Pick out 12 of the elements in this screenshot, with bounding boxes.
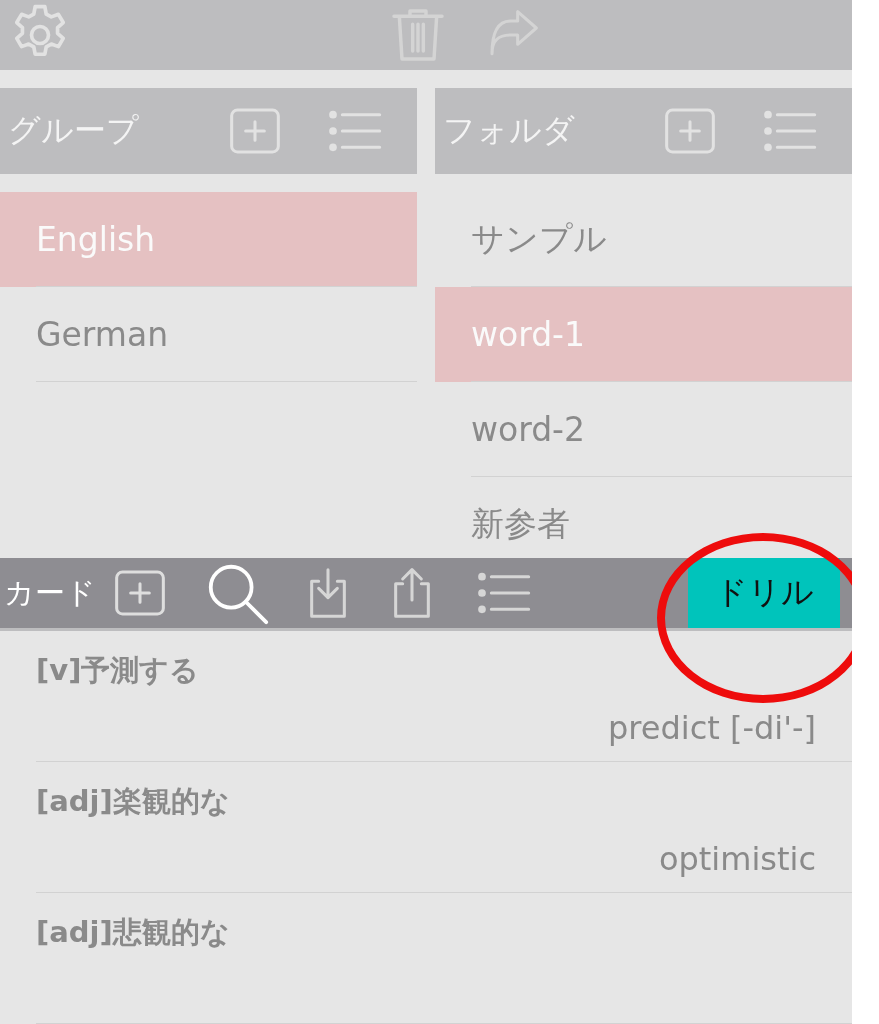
- card-word: optimistic: [658, 840, 816, 878]
- group-item[interactable]: German: [0, 287, 417, 382]
- panel-title: カード: [4, 573, 96, 612]
- card-word: predict [-di'-]: [607, 709, 816, 747]
- folder-item[interactable]: サンプル: [435, 192, 852, 287]
- folder-item[interactable]: word-1: [435, 287, 852, 382]
- folder-item[interactable]: word-2: [435, 382, 852, 477]
- group-item[interactable]: English: [0, 192, 417, 287]
- card-meaning: [adj]楽観的な: [36, 783, 230, 820]
- card-meaning: [v]予測する: [36, 652, 200, 689]
- drill-button[interactable]: ドリル: [688, 558, 840, 628]
- card-meaning: [adj]悲観的な: [36, 914, 230, 951]
